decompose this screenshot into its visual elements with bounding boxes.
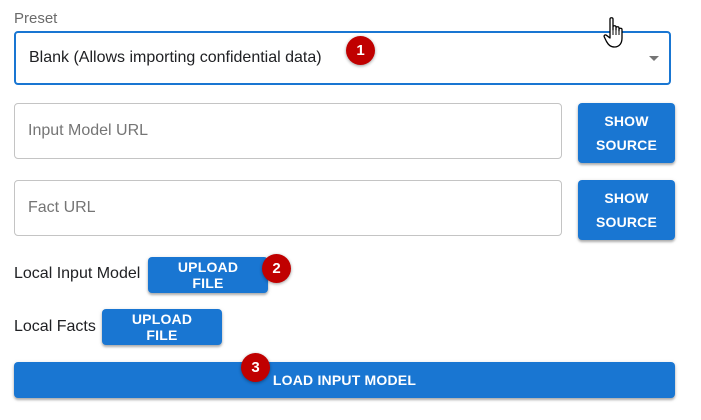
fact-url-input[interactable] — [15, 181, 561, 235]
upload-facts-button[interactable]: UPLOAD FILE — [102, 309, 222, 345]
input-model-url-input[interactable] — [15, 104, 561, 158]
load-input-model-button[interactable]: LOAD INPUT MODEL — [14, 362, 675, 398]
show-source-button-fact[interactable]: SHOW SOURCE — [578, 180, 675, 240]
callout-badge-3: 3 — [241, 353, 270, 382]
dropdown-arrow-icon[interactable] — [649, 56, 659, 61]
preset-label: Preset — [14, 10, 58, 27]
local-input-model-label: Local Input Model — [14, 265, 141, 282]
upload-input-model-button[interactable]: UPLOAD FILE — [148, 257, 268, 293]
local-facts-label: Local Facts — [14, 318, 96, 335]
callout-badge-2: 2 — [262, 254, 291, 283]
callout-badge-1: 1 — [346, 36, 375, 65]
fact-url-field[interactable] — [14, 180, 562, 236]
preset-select[interactable]: Blank (Allows importing confidential dat… — [14, 31, 671, 85]
input-model-url-field[interactable] — [14, 103, 562, 159]
show-source-button-input-model[interactable]: SHOW SOURCE — [578, 103, 675, 163]
hand-pointer-icon — [603, 17, 623, 48]
preset-selected-value: Blank (Allows importing confidential dat… — [29, 49, 322, 66]
